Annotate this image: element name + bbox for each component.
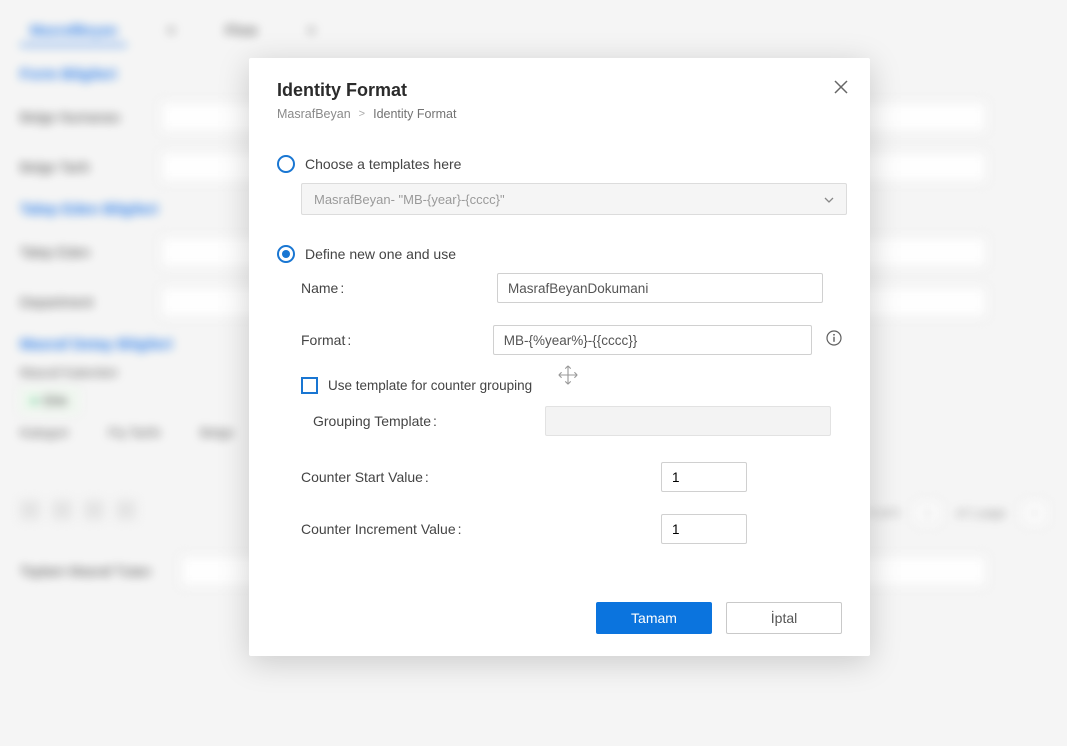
dialog-title: Identity Format <box>277 80 842 101</box>
identity-format-dialog: Identity Format MasrafBeyan > Identity F… <box>249 58 870 656</box>
checkbox-use-template-grouping-label: Use template for counter grouping <box>328 378 532 393</box>
chevron-down-icon <box>824 192 834 206</box>
chevron-right-icon: > <box>359 108 365 120</box>
radio-define-new[interactable] <box>277 245 295 263</box>
template-select-value: MasrafBeyan- "MB-{year}-{cccc}" <box>314 192 505 207</box>
ok-button[interactable]: Tamam <box>596 602 712 634</box>
radio-define-new-label: Define new one and use <box>305 246 456 262</box>
breadcrumb-root[interactable]: MasrafBeyan <box>277 107 351 121</box>
label-counter-start: Counter Start Value: <box>301 469 661 485</box>
label-name: Name: <box>301 280 493 296</box>
grouping-template-input <box>545 406 831 436</box>
bg-tab-active: MasrafBeyan <box>20 16 127 46</box>
bg-tab-2: Flow <box>215 16 267 46</box>
breadcrumb: MasrafBeyan > Identity Format <box>277 107 842 121</box>
close-icon[interactable] <box>834 80 848 98</box>
radio-choose-template[interactable] <box>277 155 295 173</box>
counter-increment-input[interactable] <box>661 514 747 544</box>
label-counter-increment: Counter Increment Value: <box>301 521 661 537</box>
label-grouping-template: Grouping Template: <box>313 413 545 429</box>
bg-tab-close-icon: × <box>157 16 185 46</box>
template-select[interactable]: MasrafBeyan- "MB-{year}-{cccc}" <box>301 183 847 215</box>
bg-tab-close-icon-2: × <box>297 16 325 46</box>
radio-choose-template-label: Choose a templates here <box>305 156 461 172</box>
cancel-button[interactable]: İptal <box>726 602 842 634</box>
info-icon[interactable] <box>826 330 842 350</box>
label-format: Format: <box>301 332 489 348</box>
name-input[interactable] <box>497 273 823 303</box>
checkbox-use-template-grouping[interactable] <box>301 377 318 394</box>
breadcrumb-current: Identity Format <box>373 107 456 121</box>
counter-start-input[interactable] <box>661 462 747 492</box>
format-input[interactable] <box>493 325 812 355</box>
